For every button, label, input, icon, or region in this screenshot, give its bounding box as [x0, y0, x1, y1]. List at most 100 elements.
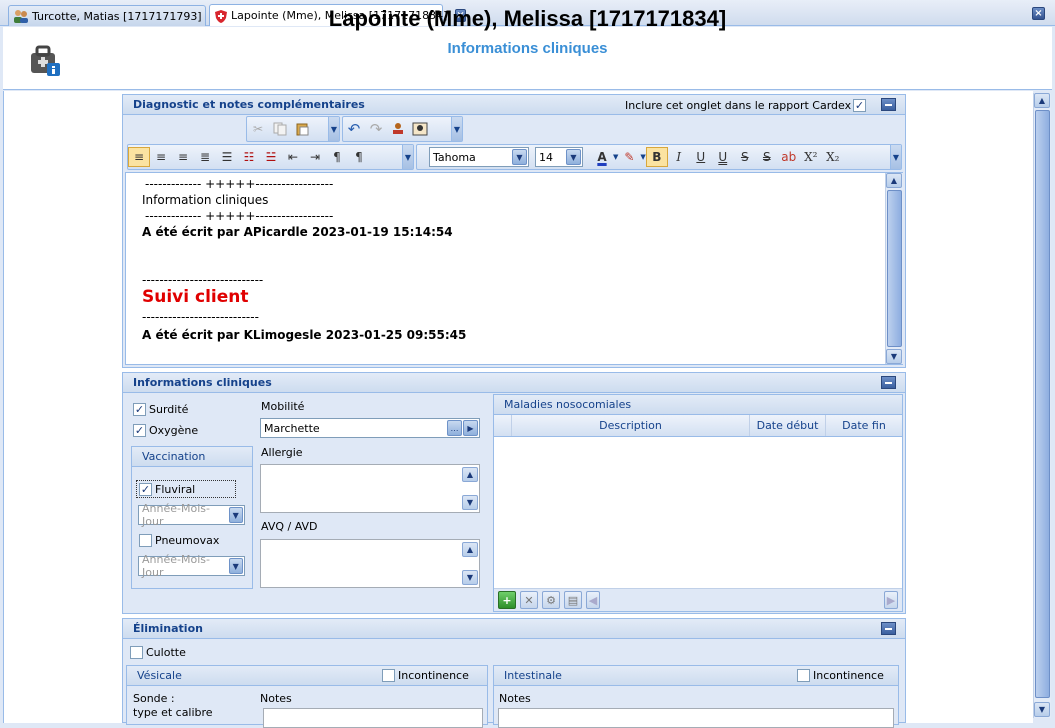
numbered-list-icon[interactable]: ☷ [238, 147, 260, 167]
chevron-down-icon[interactable]: ▼ [228, 507, 243, 523]
intestinale-notes-field[interactable] [498, 708, 894, 728]
col-description[interactable]: Description [512, 415, 750, 436]
editor-line: A été écrit par APicardle 2023-01-19 15:… [142, 225, 453, 239]
stamp-icon[interactable] [387, 119, 409, 139]
scroll-down-icon[interactable]: ▼ [462, 570, 478, 585]
font-size-select[interactable]: 14 ▼ [535, 147, 583, 167]
add-icon[interactable]: + [498, 591, 516, 609]
elimination-panel: Élimination Culotte Vésicale Incontinenc… [122, 618, 906, 728]
print-icon[interactable]: ▤ [564, 591, 582, 609]
date-placeholder: Année-Mois-Jour [142, 502, 210, 528]
pneumovax-checkbox[interactable] [139, 534, 152, 547]
insert-image-icon[interactable] [409, 119, 431, 139]
scroll-up-icon[interactable]: ▲ [462, 542, 478, 557]
main-scrollbar[interactable]: ▲ ▼ [1033, 93, 1051, 718]
italic-button[interactable]: I [668, 147, 690, 167]
cut-icon[interactable]: ✂ [247, 119, 269, 139]
col-date-fin[interactable]: Date fin [826, 415, 902, 436]
show-marks-icon[interactable]: ¶ [348, 147, 370, 167]
history-toolbar: ↶ ↷ ▼ [342, 116, 463, 142]
spellcheck-icon[interactable]: ab [778, 147, 800, 167]
fluviral-checkbox[interactable]: ✓ [139, 483, 152, 496]
chevron-down-icon[interactable]: ▼ [451, 117, 462, 141]
avq-label: AVQ / AVD [261, 520, 318, 533]
delete-icon[interactable]: ✕ [520, 591, 538, 609]
highlight-icon[interactable]: ✎ [618, 147, 640, 167]
double-strikethrough-button[interactable]: S [756, 147, 778, 167]
col-date-debut[interactable]: Date début [750, 415, 826, 436]
align-left-icon[interactable]: ≡ [128, 147, 150, 167]
chevron-right-icon[interactable]: ▶ [884, 591, 898, 609]
font-color-icon[interactable]: A [591, 147, 613, 167]
superscript-button[interactable]: X² [800, 147, 822, 167]
pneumovax-date-field[interactable]: Année-Mois-Jour ▼ [138, 553, 245, 579]
chevron-down-icon[interactable]: ▼ [890, 145, 901, 169]
scroll-up-icon[interactable]: ▲ [462, 467, 478, 482]
indent-icon[interactable]: ⇥ [304, 147, 326, 167]
chevron-right-icon[interactable]: ▶ [463, 420, 478, 436]
bold-button[interactable]: B [645, 147, 668, 167]
collapse-icon[interactable] [881, 622, 896, 635]
chevron-left-icon[interactable]: ◀ [586, 591, 600, 609]
underline-button[interactable]: U [690, 147, 712, 167]
multilevel-list-icon[interactable]: ☱ [260, 147, 282, 167]
scroll-thumb[interactable] [887, 190, 902, 347]
intestinale-notes-label: Notes [499, 692, 531, 705]
page-title: Lapointe (Mme), Melissa [1717171834] [328, 6, 727, 31]
redo-icon[interactable]: ↷ [365, 119, 387, 139]
scroll-down-icon[interactable]: ▼ [886, 349, 902, 364]
paste-icon[interactable] [291, 119, 313, 139]
editor-scrollbar[interactable]: ▲ ▼ [885, 173, 903, 364]
chevron-down-icon[interactable]: ▼ [512, 149, 527, 165]
vesicale-incontinence-checkbox[interactable] [382, 669, 395, 682]
copy-icon[interactable] [269, 119, 291, 139]
chevron-down-icon[interactable]: ▼ [328, 117, 339, 141]
scroll-up-icon[interactable]: ▲ [886, 173, 902, 188]
align-justify-icon[interactable]: ≣ [194, 147, 216, 167]
double-underline-button[interactable]: U [712, 147, 734, 167]
allergie-field[interactable]: ▲ ▼ [260, 464, 480, 513]
fluviral-label: Fluviral [155, 483, 196, 496]
align-right-icon[interactable]: ≡ [172, 147, 194, 167]
collapse-icon[interactable] [881, 376, 896, 389]
scroll-down-icon[interactable]: ▼ [1034, 702, 1050, 717]
editor-line: ------------- +++++------------------ [145, 177, 334, 191]
avq-field[interactable]: ▲ ▼ [260, 539, 480, 588]
pilcrow-icon[interactable]: ¶ [326, 147, 348, 167]
fluviral-date-field[interactable]: Année-Mois-Jour ▼ [138, 502, 245, 528]
culotte-checkbox[interactable] [130, 646, 143, 659]
paragraph-toolbar: ≡ ≡ ≡ ≣ ☰ ☷ ☱ ⇤ ⇥ ¶ ¶ ▼ [127, 144, 414, 170]
subscript-button[interactable]: X₂ [822, 147, 844, 167]
surdite-label: Surdité [149, 403, 189, 416]
allergie-label: Allergie [261, 446, 303, 459]
maladies-title: Maladies nosocomiales [494, 395, 902, 415]
vesicale-notes-label: Notes [260, 692, 292, 705]
notes-editor[interactable]: ------------- +++++------------------ In… [125, 172, 903, 365]
oxygene-checkbox[interactable]: ✓ [133, 424, 146, 437]
pneumovax-label: Pneumovax [155, 534, 220, 547]
chevron-down-icon[interactable]: ▼ [228, 558, 243, 574]
outdent-icon[interactable]: ⇤ [282, 147, 304, 167]
settings-icon[interactable]: ⚙ [542, 591, 560, 609]
ellipsis-icon[interactable]: … [447, 420, 462, 436]
font-name-select[interactable]: Tahoma ▼ [429, 147, 529, 167]
chevron-down-icon[interactable]: ▼ [402, 145, 413, 169]
font-name-value: Tahoma [433, 150, 476, 164]
align-center-icon[interactable]: ≡ [150, 147, 172, 167]
mobilite-select[interactable]: Marchette … ▶ [260, 418, 480, 438]
vesicale-notes-field[interactable] [263, 708, 483, 728]
collapse-icon[interactable] [881, 98, 896, 111]
scroll-up-icon[interactable]: ▲ [1034, 93, 1050, 108]
undo-icon[interactable]: ↶ [343, 119, 365, 139]
cardex-label: Inclure cet onglet dans le rapport Carde… [625, 99, 852, 112]
intestinale-incontinence-checkbox[interactable] [797, 669, 810, 682]
bullet-list-icon[interactable]: ☰ [216, 147, 238, 167]
surdite-checkbox[interactable]: ✓ [133, 403, 146, 416]
strikethrough-button[interactable]: S [734, 147, 756, 167]
scroll-down-icon[interactable]: ▼ [462, 495, 478, 510]
scroll-thumb[interactable] [1035, 110, 1050, 698]
cardex-checkbox[interactable]: ✓ [853, 99, 866, 112]
diagnostic-title: Diagnostic et notes complémentaires [133, 98, 365, 111]
chevron-down-icon[interactable]: ▼ [566, 149, 581, 165]
vaccination-panel: Vaccination ✓ Fluviral Année-Mois-Jour ▼… [131, 446, 253, 589]
